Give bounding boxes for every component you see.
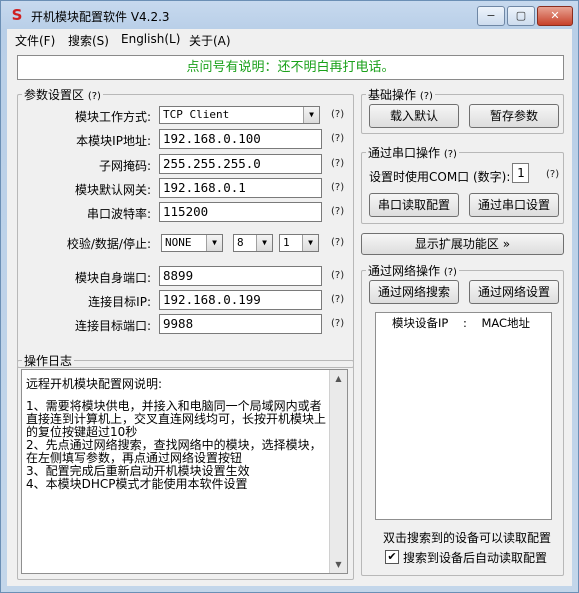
parity-label: 校验/数据/停止: <box>66 237 151 251</box>
mask-label: 子网掩码: <box>98 159 151 173</box>
stopbits-select[interactable]: 1 ▼ <box>279 234 319 252</box>
menu-english[interactable]: English(L) <box>121 32 180 46</box>
title-bar[interactable]: S 开机模块配置软件 V4.2.3 − ▢ ✕ <box>1 1 578 29</box>
network-help-icon[interactable]: (?) <box>444 267 457 278</box>
help-icon[interactable]: (?) <box>331 109 344 120</box>
window-title: 开机模块配置软件 V4.2.3 <box>31 10 170 24</box>
chevron-down-icon: ▼ <box>206 235 222 251</box>
load-default-button[interactable]: 载入默认 <box>369 104 459 128</box>
info-banner: 点问号有说明：还不明白再打电话。 <box>17 55 564 80</box>
help-icon[interactable]: (?) <box>331 133 344 144</box>
chevron-down-icon: ▼ <box>256 235 272 251</box>
target-port-label: 连接目标端口: <box>74 319 151 333</box>
auto-read-label: 搜索到设备后自动读取配置 <box>403 551 548 565</box>
ip-label: 本模块IP地址: <box>76 134 151 148</box>
params-legend: 参数设置区 <box>24 88 85 102</box>
maximize-button[interactable]: ▢ <box>507 6 535 26</box>
databits-select[interactable]: 8 ▼ <box>233 234 273 252</box>
help-icon[interactable]: (?) <box>331 182 344 193</box>
scroll-down-icon[interactable]: ▼ <box>330 556 347 573</box>
serial-help-icon[interactable]: (?) <box>444 149 457 160</box>
help-icon[interactable]: (?) <box>331 237 344 248</box>
menu-bar: 文件(F) 搜索(S) English(L) 关于(A) <box>7 29 572 49</box>
local-port-field[interactable]: 8899 <box>159 266 322 286</box>
serial-set-button[interactable]: 通过串口设置 <box>469 193 559 217</box>
log-title: 远程开机模块配置网说明: <box>26 377 163 391</box>
log-panel[interactable]: 远程开机模块配置网说明: 1、需要将模块供电，并接入和电脑同一个局域网内或者 直… <box>21 369 348 574</box>
save-temp-button[interactable]: 暂存参数 <box>469 104 559 128</box>
parity-value: NONE <box>165 236 192 249</box>
databits-value: 8 <box>237 236 244 249</box>
baud-field[interactable]: 115200 <box>159 202 322 222</box>
mode-label: 模块工作方式: <box>74 110 151 124</box>
local-port-label: 模块自身端口: <box>74 271 151 285</box>
auto-read-checkbox[interactable]: ✔ <box>385 550 399 564</box>
target-ip-label: 连接目标IP: <box>88 295 151 309</box>
mode-select[interactable]: TCP Client ▼ <box>159 106 320 124</box>
com-label: 设置时使用COM口 (数字): <box>369 170 511 184</box>
menu-about[interactable]: 关于(A) <box>189 32 231 49</box>
com-field[interactable]: 1 <box>512 163 529 183</box>
mode-value: TCP Client <box>163 108 230 121</box>
close-button[interactable]: ✕ <box>537 6 573 26</box>
network-search-button[interactable]: 通过网络搜索 <box>369 280 459 304</box>
target-port-field[interactable]: 9988 <box>159 314 322 334</box>
mask-field[interactable]: 255.255.255.0 <box>159 154 322 174</box>
app-window: S 开机模块配置软件 V4.2.3 − ▢ ✕ 文件(F) 搜索(S) Engl… <box>0 0 579 593</box>
parity-select[interactable]: NONE ▼ <box>161 234 223 252</box>
help-icon[interactable]: (?) <box>331 206 344 217</box>
log-scrollbar[interactable]: ▲ ▼ <box>329 370 347 573</box>
device-list[interactable]: 模块设备IP : MAC地址 <box>375 312 552 520</box>
serial-read-button[interactable]: 串口读取配置 <box>369 193 459 217</box>
scroll-up-icon[interactable]: ▲ <box>330 370 347 387</box>
gateway-label: 模块默认网关: <box>74 183 151 197</box>
minimize-button[interactable]: − <box>477 6 505 26</box>
network-set-button[interactable]: 通过网络设置 <box>469 280 559 304</box>
gateway-field[interactable]: 192.168.0.1 <box>159 178 322 198</box>
params-help-icon[interactable]: (?) <box>88 91 101 102</box>
log-line: 4、本模块DHCP模式才能使用本软件设置 <box>26 477 248 491</box>
help-icon[interactable]: (?) <box>331 318 344 329</box>
menu-file[interactable]: 文件(F) <box>15 32 55 49</box>
target-ip-field[interactable]: 192.168.0.199 <box>159 290 322 310</box>
ip-field[interactable]: 192.168.0.100 <box>159 129 322 149</box>
network-legend: 通过网络操作 <box>368 264 441 278</box>
basic-help-icon[interactable]: (?) <box>420 91 433 102</box>
device-list-header: 模块设备IP : MAC地址 <box>392 316 531 330</box>
help-icon[interactable]: (?) <box>546 169 559 180</box>
basic-legend: 基础操作 <box>368 88 417 102</box>
baud-label: 串口波特率: <box>86 207 151 221</box>
app-logo-icon: S <box>11 6 23 24</box>
serial-legend: 通过串口操作 <box>368 146 441 160</box>
menu-search[interactable]: 搜索(S) <box>68 32 109 49</box>
chevron-down-icon: ▼ <box>303 107 319 123</box>
chevron-down-icon: ▼ <box>302 235 318 251</box>
help-icon[interactable]: (?) <box>331 158 344 169</box>
stopbits-value: 1 <box>283 236 290 249</box>
help-icon[interactable]: (?) <box>331 270 344 281</box>
network-hint: 双击搜索到的设备可以读取配置 <box>383 531 552 545</box>
expand-button[interactable]: 显示扩展功能区 » <box>361 233 564 255</box>
client-area: 文件(F) 搜索(S) English(L) 关于(A) 点问号有说明：还不明白… <box>7 29 572 586</box>
help-icon[interactable]: (?) <box>331 294 344 305</box>
log-legend: 操作日志 <box>24 354 73 368</box>
